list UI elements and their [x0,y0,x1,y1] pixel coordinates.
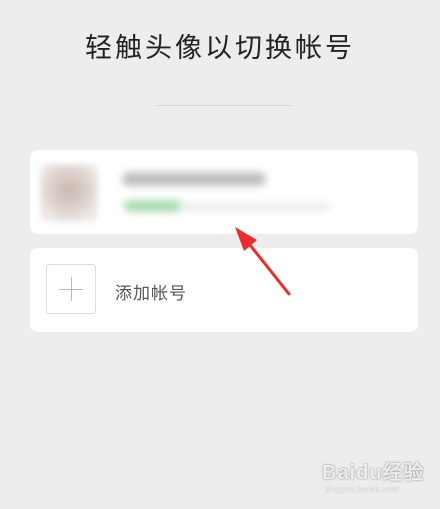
watermark-brand: Baidu经验 [322,462,425,484]
add-account-label: 添加帐号 [115,284,187,304]
avatar[interactable] [40,164,98,222]
watermark-url: jingyan.baidu.com [326,485,399,494]
plus-icon-vertical [71,277,72,301]
title-divider [156,105,292,106]
add-account-button[interactable]: 添加帐号 [30,248,418,332]
add-account-icon-box[interactable] [46,264,96,314]
baidu-jingyan-watermark: Baidu经验 jingyan.baidu.com [312,456,438,506]
account-detail-blurred [180,204,330,210]
account-name-blurred [122,172,266,186]
page-title: 轻触头像以切换帐号 [85,33,355,64]
account-status-blurred [124,200,182,212]
account-card[interactable] [30,150,418,234]
